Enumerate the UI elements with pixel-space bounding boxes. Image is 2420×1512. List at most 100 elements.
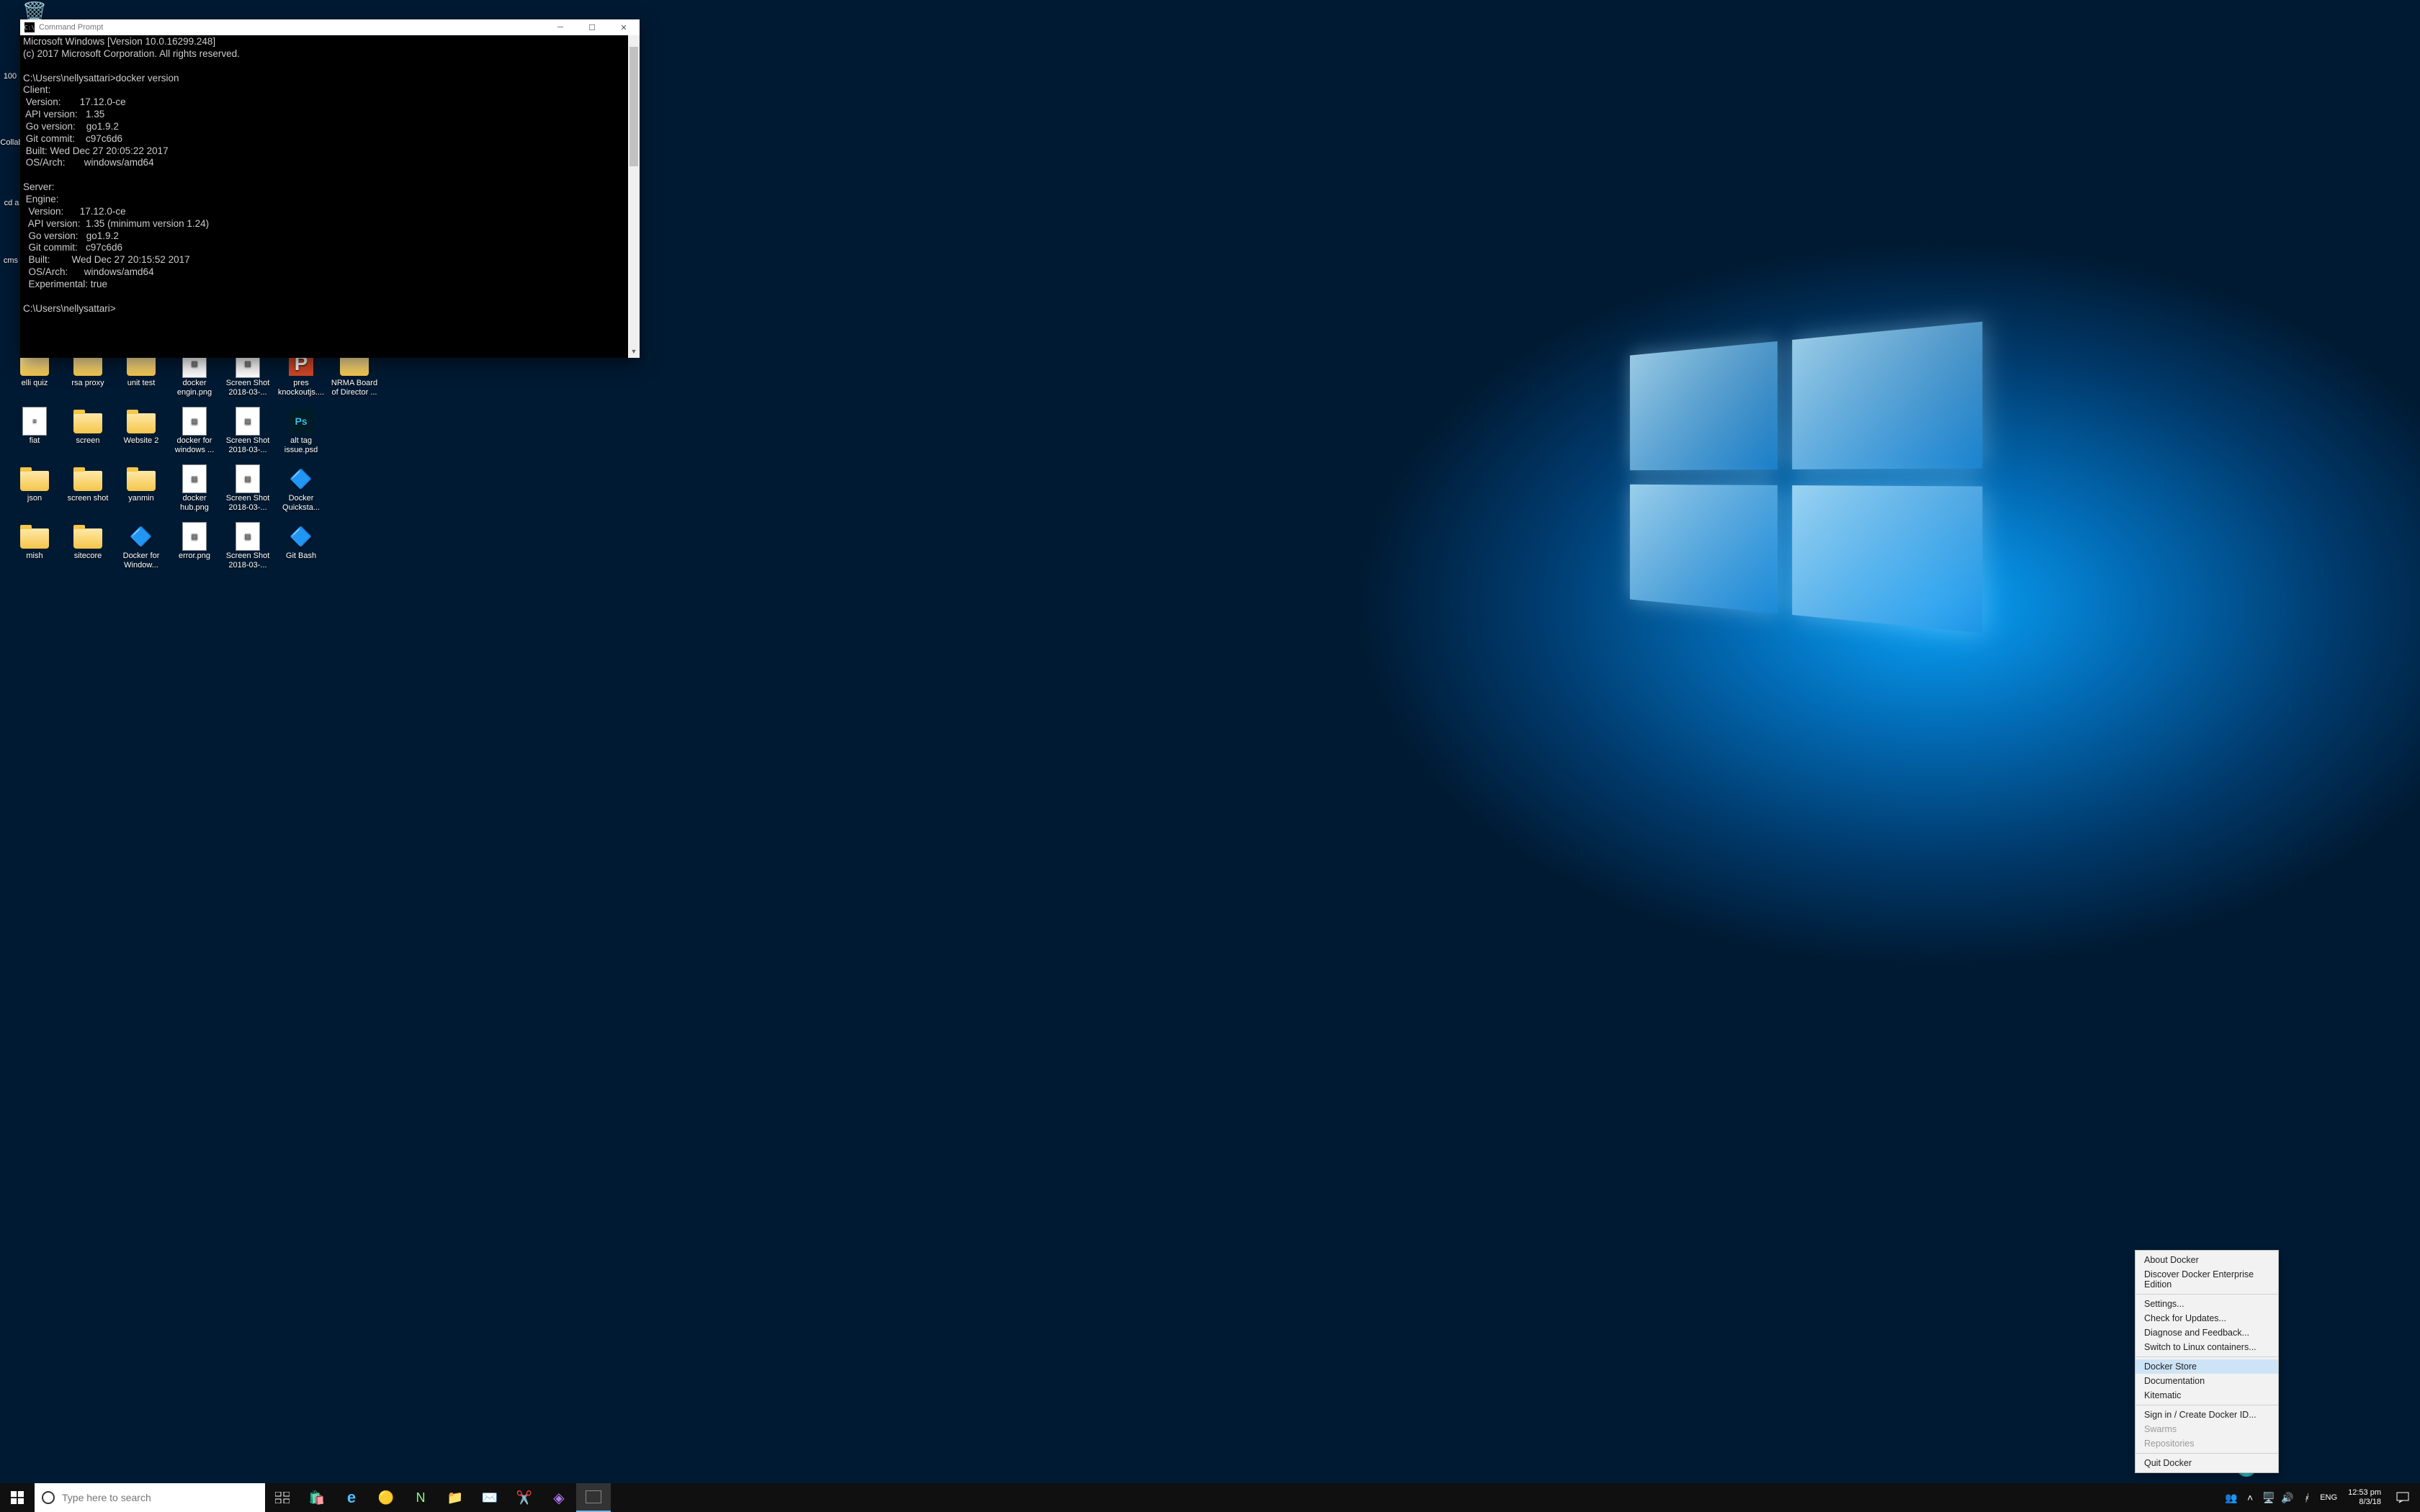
icon-label: Screen Shot 2018-03-... — [222, 436, 274, 455]
titlebar[interactable]: C:\ Command Prompt ─ ☐ ✕ — [20, 19, 640, 35]
icon-label: screen shot — [62, 494, 114, 503]
image-file-icon: ▨ — [182, 464, 207, 493]
cmd-icon — [586, 1490, 601, 1503]
tray-clock[interactable]: 12:53 pm 8/3/18 — [2342, 1488, 2387, 1506]
icon-label: Screen Shot 2018-03-... — [222, 552, 274, 570]
desktop-icon[interactable]: mish — [9, 524, 60, 561]
desktop-icon[interactable]: Ppres knockoutjs.... — [275, 351, 327, 397]
close-button[interactable]: ✕ — [608, 19, 640, 35]
taskbar: 🛍️ e 🟡 N 📁 ✉️ ✂️ ◈ 👥 ˄ 🖥️ 🔊 ᚼ ENG 12:53 … — [0, 1483, 2420, 1512]
desktop-icon[interactable]: ▨docker for windows ... — [169, 409, 220, 455]
icon-label: alt tag issue.psd — [275, 436, 327, 455]
search-box[interactable] — [35, 1483, 265, 1512]
vs-icon: ◈ — [553, 1489, 564, 1507]
menu-item[interactable]: Switch to Linux containers... — [2136, 1340, 2278, 1354]
task-view-button[interactable] — [265, 1483, 300, 1512]
icon-label: Website 2 — [115, 436, 167, 446]
minimize-button[interactable]: ─ — [544, 19, 576, 35]
image-file-icon: ▨ — [236, 522, 260, 551]
desktop-icon[interactable]: ▨Screen Shot 2018-03-... — [222, 467, 274, 513]
tray-date: 8/3/18 — [2348, 1498, 2381, 1507]
tray-language[interactable]: ENG — [2316, 1483, 2341, 1512]
desktop-icon-partial[interactable]: 100 — [0, 72, 20, 81]
desktop-icon[interactable]: ▨error.png — [169, 524, 220, 561]
desktop-icon[interactable]: ▨Screen Shot 2018-03-... — [222, 524, 274, 570]
menu-item[interactable]: Discover Docker Enterprise Edition — [2136, 1267, 2278, 1292]
menu-item[interactable]: Quit Docker — [2136, 1456, 2278, 1470]
desktop-icon[interactable]: 🔷 Docker Quicksta... — [275, 467, 327, 513]
desktop-icon[interactable]: ≡fiat — [9, 409, 60, 446]
menu-item[interactable]: Check for Updates... — [2136, 1311, 2278, 1326]
desktop-icon[interactable]: 🔷Docker for Window... — [115, 524, 167, 570]
taskbar-app-notepadpp[interactable]: N — [403, 1483, 438, 1512]
taskbar-app-store[interactable]: 🛍️ — [300, 1483, 334, 1512]
menu-item[interactable]: Diagnose and Feedback... — [2136, 1326, 2278, 1340]
desktop-icon[interactable]: yanmin — [115, 467, 167, 503]
folder-icon — [20, 356, 49, 376]
menu-item[interactable]: About Docker — [2136, 1253, 2278, 1267]
taskbar-app-visualstudio[interactable]: ◈ — [542, 1483, 576, 1512]
icon-label: json — [9, 494, 60, 503]
desktop-icon[interactable]: ▨docker engin.png — [169, 351, 220, 397]
task-view-icon — [275, 1492, 290, 1503]
folder-icon — [20, 471, 49, 491]
edge-icon: e — [347, 1488, 356, 1507]
tray-people-icon[interactable]: 👥 — [2223, 1483, 2240, 1512]
taskbar-app-explorer[interactable]: 📁 — [438, 1483, 472, 1512]
taskbar-app-snip[interactable]: ✂️ — [507, 1483, 542, 1512]
tray-bluetooth-icon[interactable]: ᚼ — [2298, 1483, 2315, 1512]
scrollbar[interactable]: ▲ ▼ — [628, 35, 640, 358]
action-center-button[interactable] — [2388, 1492, 2417, 1503]
terminal-output[interactable]: Microsoft Windows [Version 10.0.16299.24… — [20, 35, 640, 358]
icon-label: mish — [9, 552, 60, 561]
desktop-icon[interactable]: ▨Screen Shot 2018-03-... — [222, 351, 274, 397]
icon-label: elli quiz — [9, 379, 60, 388]
desktop-icon[interactable]: ▨Screen Shot 2018-03-... — [222, 409, 274, 455]
taskbar-app-chrome[interactable]: 🟡 — [369, 1483, 403, 1512]
icon-label: docker engin.png — [169, 379, 220, 397]
docker-context-menu: About DockerDiscover Docker Enterprise E… — [2135, 1250, 2279, 1473]
app-icon: 🔷 — [127, 524, 156, 549]
taskbar-app-cmd[interactable] — [576, 1483, 611, 1512]
command-prompt-window[interactable]: C:\ Command Prompt ─ ☐ ✕ Microsoft Windo… — [20, 19, 640, 358]
scroll-thumb[interactable] — [629, 47, 638, 166]
scroll-down-arrow[interactable]: ▼ — [628, 346, 640, 358]
taskbar-app-edge[interactable]: e — [334, 1483, 369, 1512]
menu-item[interactable]: Documentation — [2136, 1374, 2278, 1388]
image-file-icon: ▨ — [236, 407, 260, 436]
icon-label: Screen Shot 2018-03-... — [222, 494, 274, 513]
menu-item[interactable]: Sign in / Create Docker ID... — [2136, 1408, 2278, 1422]
desktop-icon[interactable]: json — [9, 467, 60, 503]
menu-item[interactable]: Kitematic — [2136, 1388, 2278, 1403]
search-input[interactable] — [62, 1492, 258, 1503]
icon-label: docker hub.png — [169, 494, 220, 513]
psd-icon: Ps — [289, 409, 313, 433]
desktop-icon[interactable]: sitecore — [62, 524, 114, 561]
taskbar-app-mail[interactable]: ✉️ — [472, 1483, 507, 1512]
icon-label: NRMA Board of Director ... — [328, 379, 380, 397]
desktop-icon[interactable]: NRMA Board of Director ... — [328, 351, 380, 397]
menu-item[interactable]: Docker Store — [2136, 1359, 2278, 1374]
icon-label: Docker Quicksta... — [275, 494, 327, 513]
windows-icon — [11, 1491, 24, 1504]
folder-icon — [127, 356, 156, 376]
maximize-button[interactable]: ☐ — [576, 19, 608, 35]
icon-label: docker for windows ... — [169, 436, 220, 455]
tray-chevron-up-icon[interactable]: ˄ — [2241, 1483, 2259, 1512]
tray-volume-icon[interactable]: 🔊 — [2279, 1483, 2296, 1512]
tray-monitor-icon[interactable]: 🖥️ — [2260, 1483, 2277, 1512]
start-button[interactable] — [0, 1483, 35, 1512]
menu-item: Repositories — [2136, 1436, 2278, 1451]
desktop-icon[interactable]: Website 2 — [115, 409, 167, 446]
tray-time: 12:53 pm — [2348, 1488, 2381, 1498]
desktop-icon[interactable]: screen — [62, 409, 114, 446]
desktop-icon[interactable]: Ps alt tag issue.psd — [275, 409, 327, 455]
menu-item[interactable]: Settings... — [2136, 1297, 2278, 1311]
desktop-icon[interactable]: screen shot — [62, 467, 114, 503]
notepad-icon: N — [416, 1490, 426, 1506]
desktop-icon[interactable]: ▨docker hub.png — [169, 467, 220, 513]
image-file-icon: ▨ — [236, 464, 260, 493]
menu-item: Swarms — [2136, 1422, 2278, 1436]
desktop-icon[interactable]: 🔷Git Bash — [275, 524, 327, 561]
app-icon: 🔷 — [287, 467, 315, 491]
